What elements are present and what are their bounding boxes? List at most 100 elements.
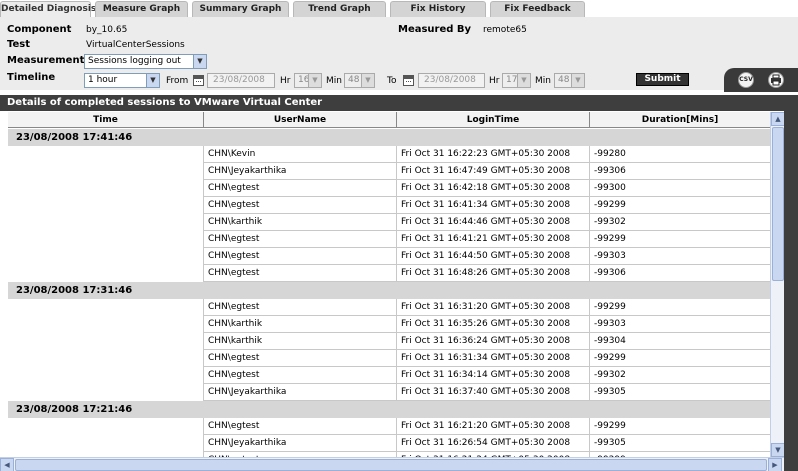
cell-duration: -99300	[589, 180, 770, 197]
group-time: 23/08/2008 17:21:46	[16, 404, 133, 415]
chevron-down-icon: ▼	[361, 74, 374, 87]
right-frame-border	[784, 95, 798, 471]
cell-time	[8, 146, 203, 163]
group-row: 23/08/2008 17:41:46	[8, 129, 770, 146]
cell-duration: -99305	[589, 384, 770, 401]
timeline-select[interactable]: 1 hour ▼	[84, 73, 160, 88]
cell-time	[8, 197, 203, 214]
cell-duration: -99306	[589, 265, 770, 282]
cell-username: CHN\Kevin	[203, 146, 396, 163]
csv-export-icon[interactable]: CSV	[738, 72, 754, 88]
column-header-username[interactable]: UserName	[204, 112, 397, 128]
table-row[interactable]: CHN\egtest Fri Oct 31 16:41:21 GMT+05:30 …	[8, 231, 770, 248]
cell-logintime: Fri Oct 31 16:36:24 GMT+05:30 2008	[396, 333, 589, 350]
cell-username: CHN\egtest	[203, 180, 396, 197]
to-hour-value: 17	[506, 75, 518, 85]
cell-username: CHN\Jeyakarthika	[203, 435, 396, 452]
cell-username: CHN\karthik	[203, 316, 396, 333]
arrow-down-icon[interactable]: ▼	[771, 443, 785, 457]
cell-duration: -99299	[589, 197, 770, 214]
tab-fix-history[interactable]: Fix History	[390, 1, 486, 17]
cell-duration: -99306	[589, 163, 770, 180]
to-minute-value: 48	[558, 75, 570, 85]
table-row[interactable]: CHN\egtest Fri Oct 31 16:31:34 GMT+05:30 …	[8, 350, 770, 367]
table-row[interactable]: CHN\egtest Fri Oct 31 16:48:26 GMT+05:30 …	[8, 265, 770, 282]
tab-detailed-diagnosis[interactable]: Detailed Diagnosis	[0, 1, 96, 17]
to-hr-label: Hr	[489, 76, 500, 86]
cell-duration: -99299	[589, 299, 770, 316]
measurement-label: Measurement	[7, 55, 85, 66]
cell-time	[8, 163, 203, 180]
from-minute-select[interactable]: 48 ▼	[344, 73, 375, 88]
calendar-icon[interactable]	[403, 75, 414, 86]
print-icon[interactable]	[768, 72, 784, 88]
timeline-selected-value: 1 hour	[88, 75, 118, 85]
cell-username: CHN\egtest	[203, 197, 396, 214]
from-date-input[interactable]: 23/08/2008	[207, 73, 275, 88]
table-body: 23/08/2008 17:41:46 CHN\Kevin Fri Oct 31 1…	[8, 129, 770, 457]
component-label: Component	[7, 24, 72, 35]
column-header-time[interactable]: Time	[8, 112, 204, 128]
sessions-table: Time UserName LoginTime Duration[Mins] 2…	[8, 112, 770, 457]
cell-logintime: Fri Oct 31 16:22:23 GMT+05:30 2008	[396, 146, 589, 163]
to-min-label: Min	[535, 76, 551, 86]
to-minute-select[interactable]: 48 ▼	[554, 73, 585, 88]
horizontal-scroll-thumb[interactable]	[15, 459, 767, 471]
arrow-right-icon[interactable]: ▶	[768, 458, 782, 471]
cell-logintime: Fri Oct 31 16:21:20 GMT+05:30 2008	[396, 418, 589, 435]
table-row[interactable]: CHN\egtest Fri Oct 31 16:42:18 GMT+05:30 …	[8, 180, 770, 197]
table-row[interactable]: CHN\karthik Fri Oct 31 16:36:24 GMT+05:30…	[8, 333, 770, 350]
table-row[interactable]: CHN\egtest Fri Oct 31 16:21:20 GMT+05:30 …	[8, 418, 770, 435]
cell-duration: -99302	[589, 367, 770, 384]
cell-logintime: Fri Oct 31 16:42:18 GMT+05:30 2008	[396, 180, 589, 197]
group-time: 23/08/2008 17:41:46	[16, 132, 133, 143]
tab-fix-feedback[interactable]: Fix Feedback	[490, 1, 585, 17]
to-hour-select[interactable]: 17 ▼	[502, 73, 531, 88]
cell-duration: -99303	[589, 248, 770, 265]
export-toolbar: CSV	[724, 68, 798, 92]
cell-username: CHN\egtest	[203, 231, 396, 248]
timeline-label: Timeline	[7, 72, 56, 83]
table-row[interactable]: CHN\egtest Fri Oct 31 16:41:34 GMT+05:30 …	[8, 197, 770, 214]
submit-button[interactable]: Submit	[636, 73, 689, 86]
table-row[interactable]: CHN\karthik Fri Oct 31 16:44:46 GMT+05:30…	[8, 214, 770, 231]
tab-measure-graph[interactable]: Measure Graph	[95, 1, 188, 17]
column-header-duration[interactable]: Duration[Mins]	[590, 112, 770, 128]
from-hour-select[interactable]: 16 ▼	[294, 73, 322, 88]
measurement-select[interactable]: Sessions logging out ▼	[84, 54, 207, 69]
cell-username: CHN\Jeyakarthika	[203, 384, 396, 401]
arrow-up-icon[interactable]: ▲	[771, 112, 785, 126]
tab-trend-graph[interactable]: Trend Graph	[293, 1, 386, 17]
table-row[interactable]: CHN\karthik Fri Oct 31 16:35:26 GMT+05:30…	[8, 316, 770, 333]
calendar-icon[interactable]	[193, 75, 204, 86]
cell-time	[8, 265, 203, 282]
from-label: From	[166, 76, 189, 86]
tab-summary-graph[interactable]: Summary Graph	[192, 1, 289, 17]
table-row[interactable]: CHN\Jeyakarthika Fri Oct 31 16:26:54 GMT+…	[8, 435, 770, 452]
cell-time	[8, 214, 203, 231]
chevron-down-icon: ▼	[193, 55, 206, 68]
cell-username: CHN\karthik	[203, 214, 396, 231]
table-row[interactable]: CHN\Jeyakarthika Fri Oct 31 16:37:40 GMT+…	[8, 384, 770, 401]
horizontal-scrollbar[interactable]: ◀ ▶	[0, 457, 784, 471]
cell-logintime: Fri Oct 31 16:44:50 GMT+05:30 2008	[396, 248, 589, 265]
table-row[interactable]: CHN\egtest Fri Oct 31 16:44:50 GMT+05:30 …	[8, 248, 770, 265]
vertical-scroll-thumb[interactable]	[772, 127, 784, 281]
table-row[interactable]: CHN\egtest Fri Oct 31 16:34:14 GMT+05:30 …	[8, 367, 770, 384]
arrow-left-icon[interactable]: ◀	[0, 458, 14, 471]
cell-username: CHN\egtest	[203, 248, 396, 265]
vertical-scrollbar[interactable]: ▲ ▼	[770, 112, 785, 457]
to-date-input[interactable]: 23/08/2008	[418, 73, 485, 88]
cell-time	[8, 384, 203, 401]
cell-logintime: Fri Oct 31 16:31:20 GMT+05:30 2008	[396, 299, 589, 316]
group-row: 23/08/2008 17:31:46	[8, 282, 770, 299]
cell-time	[8, 316, 203, 333]
table-row[interactable]: CHN\Kevin Fri Oct 31 16:22:23 GMT+05:30 2…	[8, 146, 770, 163]
cell-duration: -99299	[589, 231, 770, 248]
chevron-down-icon: ▼	[517, 74, 530, 87]
cell-time	[8, 299, 203, 316]
column-header-logintime[interactable]: LoginTime	[397, 112, 590, 128]
table-row[interactable]: CHN\egtest Fri Oct 31 16:31:20 GMT+05:30 …	[8, 299, 770, 316]
table-row[interactable]: CHN\Jeyakarthika Fri Oct 31 16:47:49 GMT+…	[8, 163, 770, 180]
cell-logintime: Fri Oct 31 16:31:34 GMT+05:30 2008	[396, 350, 589, 367]
